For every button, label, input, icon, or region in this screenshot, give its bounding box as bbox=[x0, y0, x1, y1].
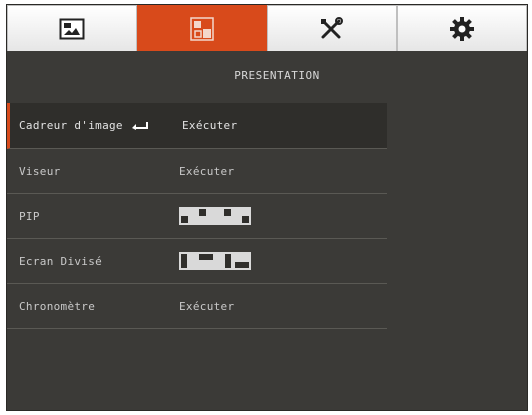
execute-button[interactable]: Exécuter bbox=[182, 119, 237, 132]
image-icon bbox=[59, 18, 85, 39]
pip-options bbox=[179, 207, 251, 225]
tools-icon bbox=[321, 16, 343, 38]
tab-tools[interactable] bbox=[267, 5, 397, 51]
split-right-icon[interactable] bbox=[215, 252, 233, 270]
page-title: PRESENTATION bbox=[7, 51, 527, 99]
menu-item-chronometre[interactable]: Chronomètre Exécuter bbox=[7, 284, 387, 329]
tab-image[interactable] bbox=[7, 5, 137, 51]
enter-icon bbox=[131, 121, 148, 130]
split-left-icon[interactable] bbox=[179, 252, 197, 270]
gear-icon bbox=[450, 16, 474, 41]
split-options bbox=[179, 252, 251, 270]
pip-bottom-left-icon[interactable] bbox=[179, 207, 197, 225]
menu-item-label: PIP bbox=[19, 209, 40, 223]
execute-button[interactable]: Exécuter bbox=[179, 300, 234, 313]
menu-item-pip: PIP bbox=[7, 194, 387, 239]
menu-item-label: Viseur bbox=[19, 164, 61, 178]
menu-item-label: Cadreur d'image bbox=[19, 119, 123, 132]
pip-bottom-right-icon[interactable] bbox=[233, 207, 251, 225]
tab-settings[interactable] bbox=[397, 5, 527, 51]
menu-list: Cadreur d'image Exécuter Viseur Exécuter… bbox=[7, 103, 387, 329]
pip-top-left-icon[interactable] bbox=[197, 207, 215, 225]
menu-window: PRESENTATION Cadreur d'image Exécuter Vi… bbox=[6, 4, 528, 411]
menu-item-ecran-divise: Ecran Divisé bbox=[7, 239, 387, 284]
menu-item-cadreur[interactable]: Cadreur d'image Exécuter bbox=[7, 103, 387, 149]
pip-top-right-icon[interactable] bbox=[215, 207, 233, 225]
execute-button[interactable]: Exécuter bbox=[179, 165, 234, 178]
split-top-icon[interactable] bbox=[197, 252, 215, 270]
tab-presentation[interactable] bbox=[137, 5, 267, 51]
menu-item-viseur[interactable]: Viseur Exécuter bbox=[7, 149, 387, 194]
tab-bar bbox=[7, 5, 527, 51]
menu-item-label: Ecran Divisé bbox=[19, 254, 103, 268]
menu-item-label: Chronomètre bbox=[19, 299, 96, 313]
split-bottom-icon[interactable] bbox=[233, 252, 251, 270]
presentation-icon bbox=[190, 16, 214, 41]
